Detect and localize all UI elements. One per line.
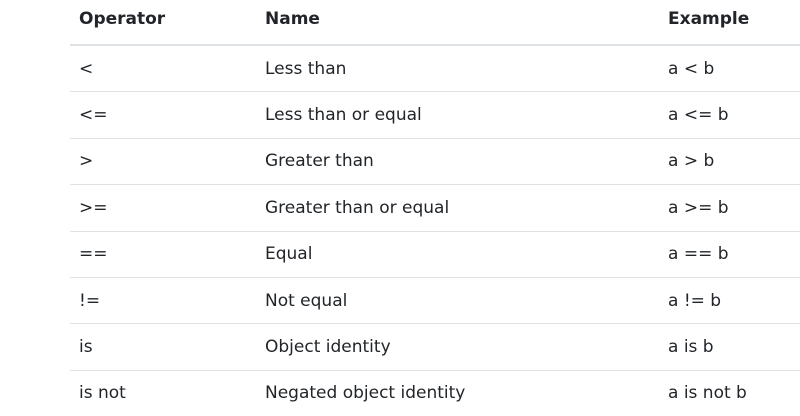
- table-row: < Less than a < b: [70, 45, 800, 93]
- cell-example: a >= b: [659, 184, 800, 232]
- cell-name: Object identity: [256, 323, 659, 371]
- cell-operator: >: [70, 138, 256, 186]
- cell-operator: is not: [79, 383, 126, 404]
- table-row: <= Less than or equal a <= b: [70, 91, 800, 139]
- cell-name: Less than or equal: [256, 91, 659, 139]
- header-row: Operator Name Example: [70, 0, 800, 46]
- cell-operator: !=: [70, 277, 256, 325]
- cell-example: a <= b: [659, 91, 800, 139]
- table-body: < Less than a < b <= Less than or equal …: [70, 45, 800, 416]
- cell-operator: <: [70, 45, 256, 93]
- table-row: is Object identity a is b: [70, 323, 800, 371]
- cell-operator: <=: [70, 91, 256, 139]
- cell-operator: ==: [70, 231, 256, 278]
- header-operator: Operator: [70, 0, 256, 46]
- operators-table-container: Operator Name Example < Less than a < b …: [70, 0, 800, 416]
- cell-example: a != b: [659, 277, 800, 325]
- table-row: is not Negated object identity a is not …: [70, 370, 800, 416]
- cell-name: Equal: [256, 231, 659, 278]
- header-example: Example: [659, 0, 800, 46]
- cell-name: Greater than or equal: [256, 184, 659, 232]
- cell-name: Not equal: [256, 277, 659, 325]
- cell-example: a is b: [659, 323, 800, 371]
- cell-operator: is: [70, 323, 256, 371]
- table-header: Operator Name Example: [70, 0, 800, 46]
- cell-name: Greater than: [256, 138, 659, 186]
- cell-example: a < b: [659, 45, 800, 93]
- header-name: Name: [256, 0, 659, 46]
- table-row: == Equal a == b: [70, 231, 800, 278]
- table-row: != Not equal a != b: [70, 277, 800, 325]
- table-row: >= Greater than or equal a >= b: [70, 184, 800, 232]
- cell-operator: >=: [70, 184, 256, 232]
- cell-example: a == b: [659, 231, 800, 278]
- comparison-operators-table: Operator Name Example < Less than a < b …: [70, 0, 800, 416]
- cell-example: a > b: [659, 138, 800, 186]
- cell-name: Less than: [256, 45, 659, 93]
- table-row: > Greater than a > b: [70, 138, 800, 186]
- cell-example: a is not b: [668, 383, 747, 404]
- cell-name: Negated object identity: [265, 383, 466, 404]
